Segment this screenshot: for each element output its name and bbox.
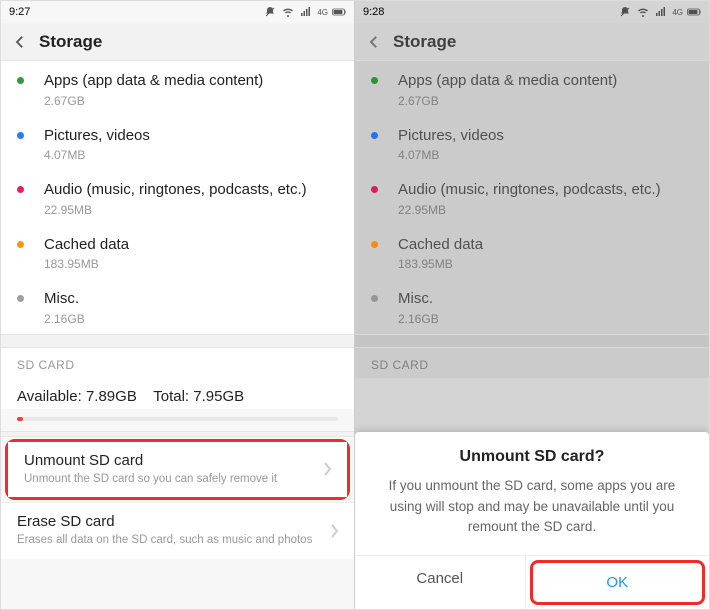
item-title: Audio (music, ringtones, podcasts, etc.) [44, 180, 338, 200]
chevron-right-icon [323, 462, 333, 476]
dialog-buttons: Cancel OK [355, 555, 709, 609]
battery-icon [332, 6, 346, 18]
item-title: Pictures, videos [44, 126, 338, 146]
phone-screen-left: 9:27 4G Storage Apps (app data & media c… [1, 1, 355, 609]
page-title: Storage [39, 32, 102, 52]
category-dot-icon [17, 77, 24, 84]
category-dot-icon [17, 241, 24, 248]
dialog-message: If you unmount the SD card, some apps yo… [355, 476, 709, 555]
item-title: Cached data [44, 235, 338, 255]
available-label: Available: [17, 388, 82, 405]
section-divider [1, 334, 354, 348]
back-icon[interactable] [11, 33, 29, 51]
list-item[interactable]: Apps (app data & media content) 2.67GB [1, 61, 354, 116]
list-item[interactable]: Audio (music, ringtones, podcasts, etc.)… [1, 170, 354, 225]
storage-list: Apps (app data & media content) 2.67GB P… [1, 61, 354, 334]
status-bar: 9:27 4G [1, 1, 354, 23]
unmount-dialog: Unmount SD card? If you unmount the SD c… [355, 432, 709, 609]
network-4g-icon: 4G [317, 8, 328, 17]
item-size: 22.95MB [44, 203, 338, 217]
wifi-icon [281, 6, 295, 18]
total-value: 7.95GB [193, 388, 244, 405]
list-item[interactable]: Misc. 2.16GB [1, 279, 354, 334]
item-title: Misc. [44, 289, 338, 309]
item-size: 183.95MB [44, 257, 338, 271]
sd-card-section-header: SD CARD [1, 348, 354, 378]
signal-icon [299, 6, 313, 18]
item-size: 4.07MB [44, 148, 338, 162]
dialog-title: Unmount SD card? [355, 432, 709, 476]
action-sub: Unmount the SD card so you can safely re… [24, 472, 331, 488]
clock: 9:27 [9, 6, 30, 18]
item-size: 2.67GB [44, 94, 338, 108]
item-size: 2.16GB [44, 312, 338, 326]
page-header: Storage [1, 23, 354, 61]
total-label: Total: [153, 388, 189, 405]
action-title: Unmount SD card [24, 452, 331, 469]
unmount-sd-button[interactable]: Unmount SD card Unmount the SD card so y… [8, 442, 347, 498]
highlight-annotation: Unmount SD card Unmount the SD card so y… [5, 439, 350, 501]
available-value: 7.89GB [86, 388, 137, 405]
erase-sd-button[interactable]: Erase SD card Erases all data on the SD … [1, 502, 354, 559]
phone-screen-right: 9:28 4G Storage Apps (app data & media c… [355, 1, 709, 609]
action-sub: Erases all data on the SD card, such as … [17, 533, 338, 549]
category-dot-icon [17, 295, 24, 302]
chevron-right-icon [330, 524, 340, 538]
sd-stats: Available: 7.89GB Total: 7.95GB [1, 378, 354, 409]
item-title: Apps (app data & media content) [44, 71, 338, 91]
cancel-button[interactable]: Cancel [355, 556, 526, 609]
sd-progress-bar [17, 417, 338, 421]
highlight-annotation: OK [530, 560, 706, 605]
action-title: Erase SD card [17, 513, 338, 530]
category-dot-icon [17, 186, 24, 193]
list-item[interactable]: Pictures, videos 4.07MB [1, 116, 354, 171]
section-divider [1, 431, 354, 437]
ok-button[interactable]: OK [533, 563, 703, 602]
list-item[interactable]: Cached data 183.95MB [1, 225, 354, 280]
category-dot-icon [17, 132, 24, 139]
status-icons: 4G [263, 6, 346, 18]
sd-progress-fill [17, 417, 23, 421]
mute-icon [263, 6, 277, 18]
